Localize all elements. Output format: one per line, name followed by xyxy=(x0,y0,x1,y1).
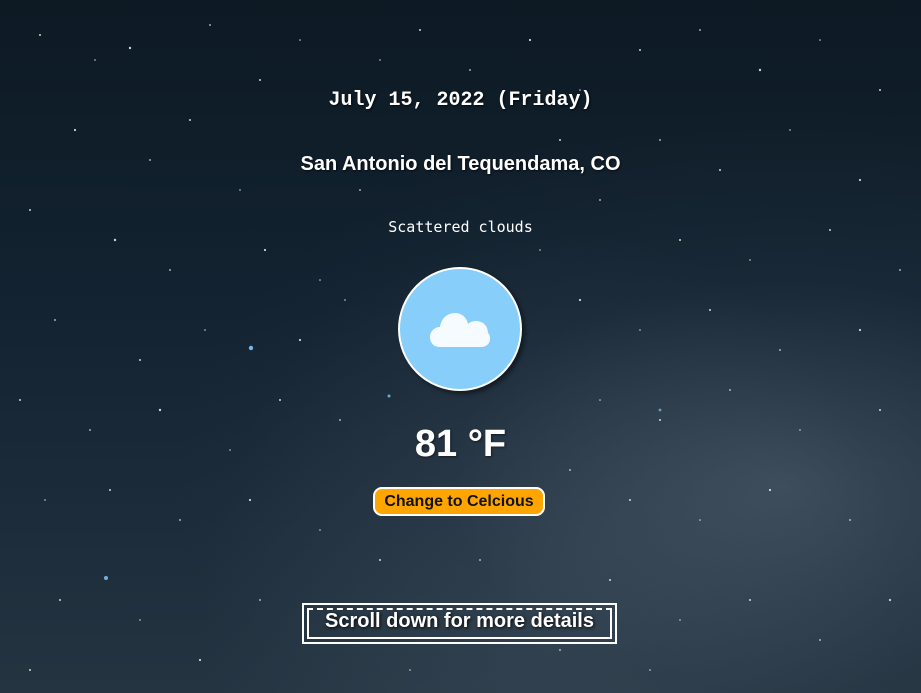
weather-condition-text: Scattered clouds xyxy=(388,218,533,236)
scroll-down-prompt[interactable]: Scroll down for more details xyxy=(302,603,617,644)
temperature-display: 81 °F xyxy=(414,423,507,465)
change-unit-button[interactable]: Change to Celcious xyxy=(373,487,545,516)
cloud-icon xyxy=(430,313,490,347)
location-heading: San Antonio del Tequendama, CO xyxy=(300,153,621,175)
scroll-prompt-label: Scroll down for more details xyxy=(325,610,594,632)
weather-panel: July 15, 2022 (Friday) San Antonio del T… xyxy=(0,0,921,693)
weather-icon-badge xyxy=(398,267,522,391)
date-heading: July 15, 2022 (Friday) xyxy=(328,89,593,112)
